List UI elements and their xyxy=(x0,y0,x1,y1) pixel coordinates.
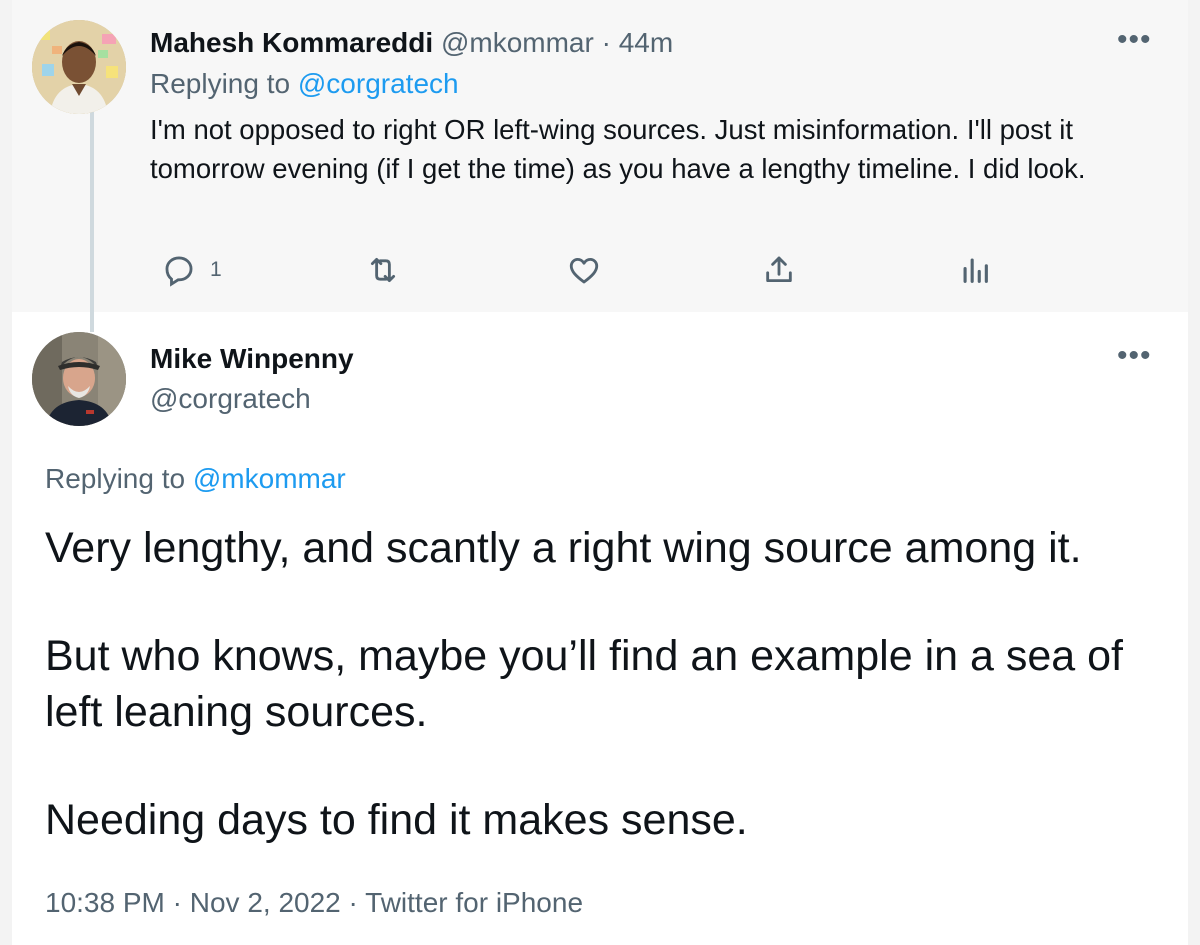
replying-to-line: Replying to @corgratech xyxy=(150,65,459,103)
separator-dot: · xyxy=(601,27,611,58)
left-border xyxy=(0,0,12,945)
thread-connector-line xyxy=(90,112,94,332)
author-handle[interactable]: @mkommar xyxy=(441,27,594,58)
tweet-time[interactable]: 10:38 PM xyxy=(45,887,165,918)
separator-dot: · xyxy=(172,887,182,918)
share-icon xyxy=(766,256,792,283)
analytics-button[interactable] xyxy=(958,250,992,290)
tweet-text: Very lengthy, and scantly a right wing s… xyxy=(45,520,1155,848)
tweet-paragraph: Needing days to find it makes sense. xyxy=(45,796,748,844)
author-handle[interactable]: @corgratech xyxy=(150,380,311,418)
replying-to-link[interactable]: @mkommar xyxy=(193,463,346,494)
retweet-button[interactable] xyxy=(366,250,400,290)
reply-count: 1 xyxy=(210,258,222,281)
separator-dot: · xyxy=(348,887,358,918)
analytics-icon xyxy=(963,258,988,283)
avatar-photo xyxy=(32,20,126,114)
more-options-icon[interactable]: ••• xyxy=(1117,25,1152,55)
parent-tweet-header: Mahesh Kommareddi @mkommar · 44m xyxy=(150,24,673,62)
replying-prefix: Replying to xyxy=(45,463,186,494)
tweet-text: I'm not opposed to right OR left-wing so… xyxy=(150,114,1086,184)
share-button[interactable] xyxy=(762,250,796,290)
replying-to-link[interactable]: @corgratech xyxy=(298,68,459,99)
tweet-time[interactable]: 44m xyxy=(619,27,673,58)
heart-icon xyxy=(569,257,599,284)
retweet-icon xyxy=(370,257,396,283)
reply-button[interactable]: 1 xyxy=(162,250,222,290)
tweet-date[interactable]: Nov 2, 2022 xyxy=(190,887,341,918)
avatar-photo xyxy=(32,332,126,426)
replying-to-line: Replying to @mkommar xyxy=(45,460,346,498)
tweet-meta: 10:38 PM · Nov 2, 2022 · Twitter for iPh… xyxy=(45,884,583,922)
right-border xyxy=(1188,0,1200,945)
more-options-icon[interactable]: ••• xyxy=(1117,341,1152,371)
tweet-paragraph: Very lengthy, and scantly a right wing s… xyxy=(45,524,1082,572)
replying-prefix: Replying to xyxy=(150,68,291,99)
author-name[interactable]: Mahesh Kommareddi xyxy=(150,27,433,58)
like-button[interactable] xyxy=(567,250,601,290)
reply-icon xyxy=(165,256,193,287)
tweet-paragraph: But who knows, maybe you’ll find an exam… xyxy=(45,632,1123,736)
avatar[interactable] xyxy=(32,20,126,114)
avatar[interactable] xyxy=(32,332,126,426)
author-name[interactable]: Mike Winpenny xyxy=(150,340,354,378)
tweet-source[interactable]: Twitter for iPhone xyxy=(365,887,583,918)
